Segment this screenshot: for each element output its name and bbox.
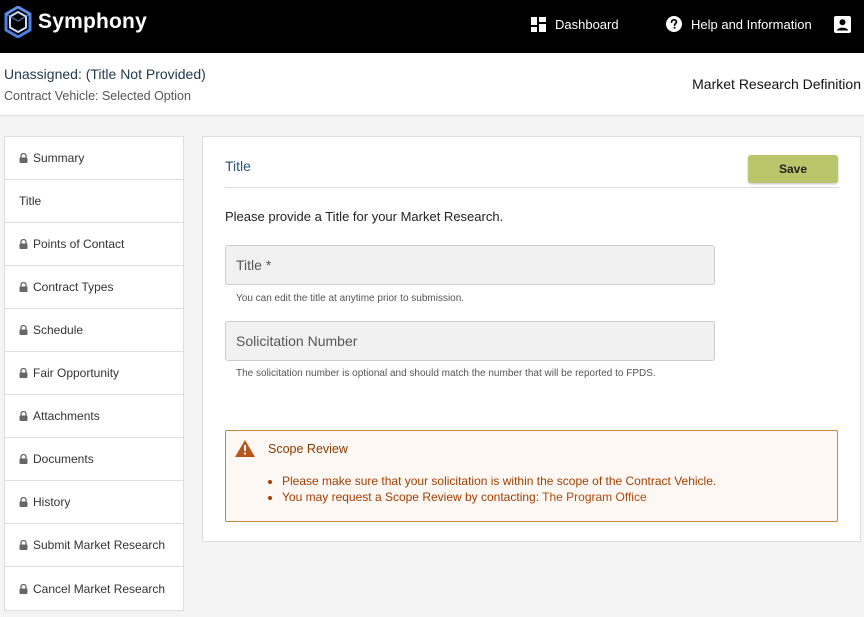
lock-icon (19, 282, 28, 292)
sidebar-item-history[interactable]: History (5, 481, 183, 524)
sidebar-item-submit-market-research[interactable]: Submit Market Research (5, 524, 183, 567)
sidebar-item-label: Cancel Market Research (33, 581, 166, 596)
solicitation-number-input[interactable] (225, 321, 715, 361)
solicitation-help-text: The solicitation number is optional and … (236, 368, 656, 379)
panel-title: Title (225, 158, 251, 174)
title-help-text: You can edit the title at anytime prior … (236, 293, 465, 304)
sidebar-item-title[interactable]: Title (5, 180, 183, 223)
lock-icon (19, 368, 28, 378)
save-button[interactable]: Save (748, 155, 838, 183)
sidebar-item-points-of-contact[interactable]: Points of Contact (5, 223, 183, 266)
sidebar-item-attachments[interactable]: Attachments (5, 395, 183, 438)
title-form-panel: Title Save Please provide a Title for yo… (202, 136, 861, 542)
brand[interactable]: Symphony (4, 6, 147, 38)
lock-icon (19, 325, 28, 335)
sidebar-item-label: Schedule (33, 323, 84, 337)
warning-triangle-icon (235, 440, 255, 457)
sidebar-item-label: Fair Opportunity (33, 366, 120, 380)
lock-icon (19, 153, 28, 163)
sidebar-item-fair-opportunity[interactable]: Fair Opportunity (5, 352, 183, 395)
intro-text: Please provide a Title for your Market R… (225, 209, 504, 224)
nav-help-label: Help and Information (691, 16, 812, 32)
sidebar-item-label: History (33, 495, 71, 509)
sidebar: Summary Title Points of Contact Contract… (4, 136, 184, 611)
sidebar-item-label: Submit Market Research (33, 538, 166, 552)
lock-icon (19, 454, 28, 464)
sidebar-item-label: Documents (33, 452, 94, 466)
page-header: Unassigned: (Title Not Provided) Contrac… (0, 53, 864, 116)
sidebar-item-cancel-market-research[interactable]: Cancel Market Research (5, 567, 183, 610)
lock-icon (19, 540, 28, 550)
sidebar-item-contract-types[interactable]: Contract Types (5, 266, 183, 309)
alert-line-scope: Please make sure that your solicitation … (282, 473, 716, 489)
brand-name: Symphony (38, 10, 147, 33)
sidebar-item-label: Contract Types (33, 280, 114, 294)
section-title: Market Research Definition (692, 76, 861, 92)
alert-list: Please make sure that your solicitation … (282, 473, 716, 505)
program-office-link[interactable]: The Program Office (542, 490, 646, 504)
sidebar-item-label: Summary (33, 151, 85, 165)
title-input[interactable] (225, 245, 715, 285)
lock-icon (19, 497, 28, 507)
panel-divider (225, 187, 839, 188)
lock-icon (19, 583, 28, 594)
alert-line-text: You may request a Scope Review by contac… (282, 490, 543, 504)
alert-line-contact: You may request a Scope Review by contac… (282, 489, 716, 505)
page-title: Unassigned: (Title Not Provided) (4, 66, 206, 82)
alert-title: Scope Review (268, 442, 348, 456)
lock-icon (19, 411, 28, 421)
top-bar: Symphony Dashboard Help and Information (0, 0, 864, 53)
sidebar-item-schedule[interactable]: Schedule (5, 309, 183, 352)
contract-vehicle-label: Contract Vehicle: Selected Option (4, 89, 191, 103)
sidebar-item-label: Title (19, 194, 42, 208)
question-circle-icon (666, 16, 682, 32)
lock-icon (19, 239, 28, 249)
dashboard-grid-icon (531, 16, 546, 32)
sidebar-item-documents[interactable]: Documents (5, 438, 183, 481)
nav-help[interactable]: Help and Information (666, 14, 812, 34)
alert-line-text: Please make sure that your solicitation … (282, 474, 717, 488)
sidebar-item-label: Points of Contact (33, 237, 125, 251)
sidebar-item-summary[interactable]: Summary (5, 137, 183, 180)
nav-dashboard-label: Dashboard (555, 16, 619, 32)
nav-dashboard[interactable]: Dashboard (531, 14, 619, 34)
symphony-logo-icon (4, 6, 32, 38)
scope-review-alert: Scope Review Please make sure that your … (225, 430, 838, 522)
sidebar-item-label: Attachments (33, 409, 100, 423)
user-account-icon[interactable] (834, 16, 851, 33)
